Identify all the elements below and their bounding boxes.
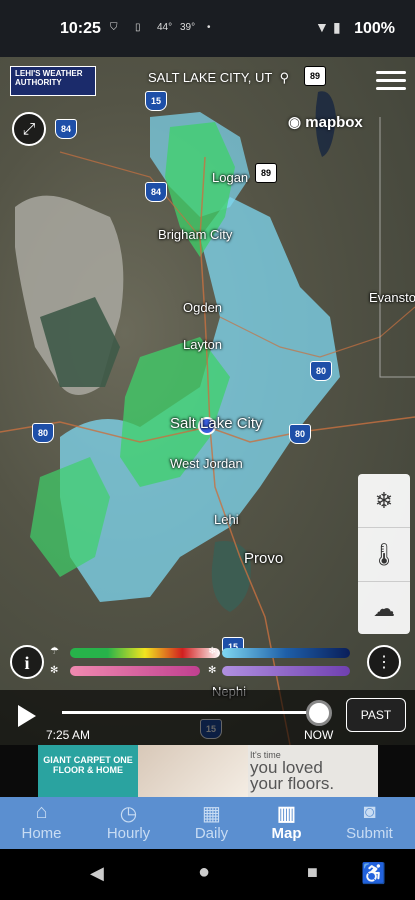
status-bar: 10:25 ⛉ ▯ 44° 39° • ▼ ▮ 100% bbox=[0, 0, 415, 57]
us-highway-shield: 89 bbox=[304, 66, 326, 86]
search-location-text: SALT LAKE CITY, UT bbox=[148, 70, 273, 85]
tab-hourly[interactable]: ◷ Hourly bbox=[87, 797, 170, 849]
mix-legend-bar bbox=[70, 666, 200, 676]
interstate-shield: 84 bbox=[145, 182, 167, 202]
more-options-icon[interactable]: ⋮ bbox=[367, 645, 401, 679]
city-evanston: Evanston bbox=[369, 290, 415, 305]
map-icon: ▥ bbox=[277, 803, 296, 825]
app-logo: LEHI'S WEATHER AUTHORITY bbox=[10, 66, 96, 96]
mapbox-logo-icon: ◉ bbox=[288, 114, 302, 131]
city-ogden: Ogden bbox=[183, 300, 223, 315]
expand-icon[interactable]: ⤢ bbox=[12, 112, 46, 146]
layer-panel: ❄ 🌡 ☁ bbox=[358, 474, 410, 634]
mix-legend-icon: ✻ bbox=[50, 665, 59, 676]
status-time: 10:25 bbox=[60, 20, 101, 37]
ad-image bbox=[138, 745, 248, 797]
tab-daily[interactable]: ▦ Daily bbox=[170, 797, 253, 849]
dot-icon: • bbox=[207, 22, 211, 33]
interstate-shield: 84 bbox=[55, 119, 77, 139]
interstate-shield: 80 bbox=[32, 423, 54, 443]
city-lehi: Lehi bbox=[214, 512, 239, 527]
info-icon[interactable]: i bbox=[10, 645, 44, 679]
snow-legend-bar bbox=[222, 648, 350, 658]
cloud-icon[interactable]: ☁ bbox=[358, 582, 410, 635]
home-button-icon[interactable]: ● bbox=[198, 861, 210, 884]
rain-legend-bar bbox=[70, 648, 220, 658]
calendar-icon: ▦ bbox=[202, 803, 221, 825]
hamburger-menu-icon[interactable] bbox=[376, 66, 406, 95]
radar-timeline: 7:25 AM NOW PAST bbox=[0, 690, 415, 745]
status-temp-2: 39° bbox=[180, 22, 196, 33]
camera-icon: ◙ bbox=[363, 801, 376, 823]
timeline-scrubber[interactable] bbox=[306, 700, 332, 726]
tab-map[interactable]: ▥ Map bbox=[245, 797, 328, 849]
city-layton: Layton bbox=[183, 337, 223, 352]
search-icon[interactable]: ⚲ bbox=[280, 70, 290, 85]
home-icon: ⌂ bbox=[35, 801, 48, 823]
timeline-track[interactable] bbox=[62, 711, 318, 714]
recents-icon[interactable]: ■ bbox=[307, 862, 318, 883]
mapbox-attribution: ◉ mapbox bbox=[288, 114, 363, 131]
timeline-end-label: NOW bbox=[304, 728, 334, 742]
state-border bbox=[379, 117, 415, 378]
city-west-jordan: West Jordan bbox=[170, 456, 243, 471]
radar-map[interactable]: Logan Brigham City Ogden Layton Salt Lak… bbox=[0, 57, 415, 745]
phone-status-icon: ▯ bbox=[135, 22, 141, 33]
play-icon[interactable] bbox=[18, 705, 36, 727]
city-provo: Provo bbox=[244, 550, 284, 567]
ad-brand-logo: GIANT CARPET ONE FLOOR & HOME bbox=[38, 745, 138, 797]
rain-legend-icon: ☂ bbox=[50, 646, 59, 657]
ad-line-3: your floors. bbox=[250, 774, 335, 793]
tab-home[interactable]: ⌂ Home bbox=[0, 797, 83, 849]
ice-legend-bar bbox=[222, 666, 350, 676]
tab-submit[interactable]: ◙ Submit bbox=[328, 797, 411, 849]
bottom-tab-bar: ⌂ Home ◷ Hourly ▦ Daily ▥ Map ◙ Submit bbox=[0, 797, 415, 849]
timeline-start-time: 7:25 AM bbox=[46, 728, 91, 742]
past-button[interactable]: PAST bbox=[346, 698, 406, 732]
system-nav-bar: ◀ ● ■ ♿ bbox=[0, 849, 415, 900]
interstate-shield: 80 bbox=[310, 361, 332, 381]
shield-status-icon: ⛉ bbox=[110, 22, 118, 33]
status-temp-1: 44° bbox=[157, 22, 173, 33]
wifi-icon: ▼ bbox=[315, 19, 329, 35]
ad-banner[interactable]: GIANT CARPET ONE FLOOR & HOME It's time … bbox=[0, 745, 415, 797]
battery-icon: ▮ bbox=[333, 19, 341, 35]
city-salt-lake-city: Salt Lake City bbox=[170, 415, 263, 432]
city-logan: Logan bbox=[212, 170, 249, 185]
interstate-shield: 15 bbox=[145, 91, 167, 111]
precipitation-icon[interactable]: ❄ bbox=[358, 474, 410, 528]
city-brigham-city: Brigham City bbox=[158, 227, 233, 242]
radar-overlay bbox=[0, 91, 415, 745]
thermometer-icon[interactable]: 🌡 bbox=[358, 528, 410, 582]
ice-legend-icon: ✻ bbox=[208, 665, 217, 676]
location-search[interactable]: SALT LAKE CITY, UT ⚲ bbox=[148, 70, 289, 86]
clock-icon: ◷ bbox=[119, 803, 138, 825]
accessibility-icon[interactable]: ♿ bbox=[361, 861, 386, 886]
ad-content[interactable]: GIANT CARPET ONE FLOOR & HOME It's time … bbox=[38, 745, 378, 797]
battery-percent: 100% bbox=[354, 20, 395, 37]
us-highway-shield: 89 bbox=[255, 163, 277, 183]
precipitation-legend: ☂ ❄ ✻ ✻ bbox=[50, 646, 350, 686]
back-icon[interactable]: ◀ bbox=[90, 863, 104, 884]
snow-legend-icon: ❄ bbox=[208, 646, 217, 657]
interstate-shield: 80 bbox=[289, 424, 311, 444]
